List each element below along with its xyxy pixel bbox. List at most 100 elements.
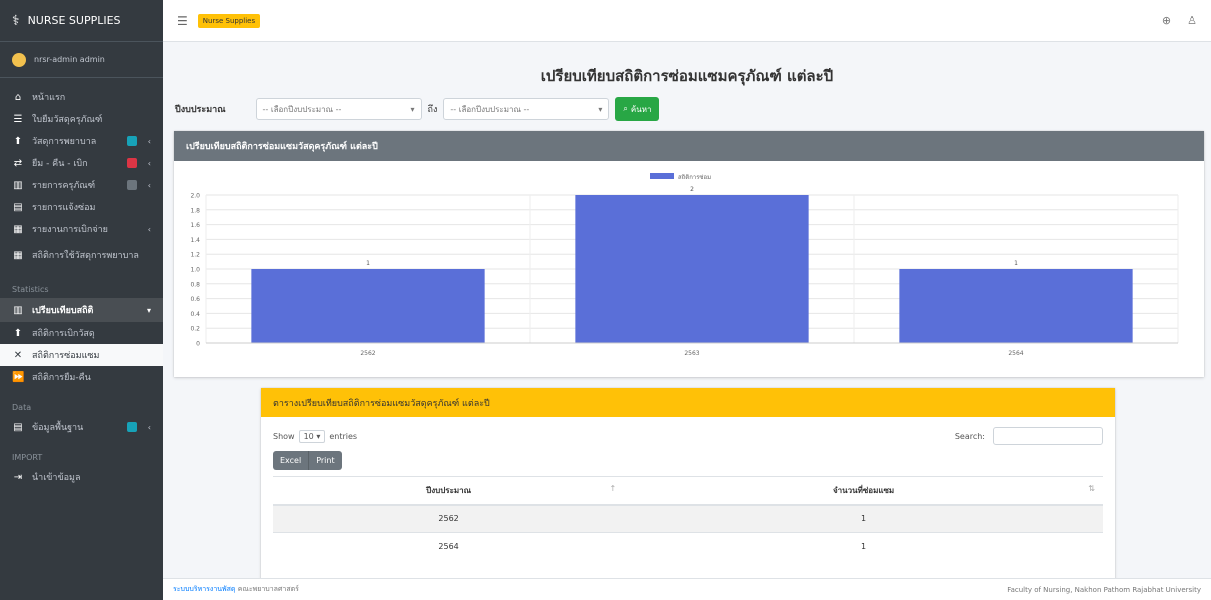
sidebar-item-home[interactable]: ⌂ หน้าแรก [0, 86, 163, 108]
y-tick-label: 0.2 [190, 326, 200, 333]
user-icon[interactable]: ♙ [1187, 14, 1197, 27]
sidebar-item-withdraw-stats[interactable]: ⬆ สถิติการเบิกวัสดุ [0, 322, 163, 344]
main-content: เปรียบเทียบสถิติการซ่อมแซมครุภัณฑ์ แต่ละ… [163, 42, 1211, 588]
bar [575, 195, 809, 343]
forward-icon: ⏩ [12, 371, 25, 383]
import-icon: ⇥ [13, 471, 23, 483]
user-panel[interactable]: nrsr-admin admin [0, 42, 163, 78]
sidebar-item-compare-stats[interactable]: ▥ เปรียบเทียบสถิติ ▾ [0, 298, 163, 322]
data-label: 1 [1014, 260, 1018, 267]
fiscal-year-label: ปีงบประมาณ [175, 105, 226, 115]
expand-icon[interactable]: ⊕ [1162, 14, 1171, 27]
x-tick-label: 2563 [684, 350, 699, 357]
clipboard-icon: ▤ [13, 201, 23, 213]
chevron-down-icon: ▾ [598, 104, 603, 114]
avatar [12, 52, 26, 67]
legend-swatch [650, 173, 674, 179]
sidebar-item-master-data[interactable]: ▤ ข้อมูลพื้นฐาน ‹ [0, 416, 163, 438]
exchange-icon: ⇄ [13, 157, 23, 169]
stats-table: ปีงบประมาณ ↑ จำนวนที่ซ่อมแซม ⇅ 2562 1 2564… [273, 476, 1103, 561]
bar [251, 269, 485, 343]
chevron-left-icon: ‹ [147, 422, 151, 432]
data-label: 2 [690, 186, 694, 193]
print-button[interactable]: Print [309, 451, 342, 470]
sidebar-item-report[interactable]: ▦ รายงานการเบิกจ่าย ‹ [0, 218, 163, 240]
column-header-year[interactable]: ปีงบประมาณ ↑ [273, 476, 625, 506]
chevron-left-icon: ‹ [147, 180, 151, 190]
x-tick-label: 2564 [1008, 350, 1023, 357]
sidebar-nav: ⌂ หน้าแรก ☰ ใบยืมวัสดุครุภัณฑ์ ⬆ วัสดุกา… [0, 78, 163, 488]
count-badge [126, 180, 137, 190]
y-tick-label: 1.4 [190, 237, 200, 244]
table-cell: 2564 [273, 532, 625, 561]
menu-toggle-icon[interactable]: ☰ [177, 14, 188, 28]
sort-asc-icon: ↑ [609, 483, 617, 493]
chevron-left-icon: ‹ [147, 158, 151, 168]
legend-label: สถิติการซ่อม [678, 174, 711, 181]
upload-icon: ⬆ [13, 135, 23, 147]
sidebar-item-borrow-return[interactable]: ⇄ ยืม - คืน - เบิก ‹ [0, 152, 163, 174]
nav-header-statistics: Statistics [12, 285, 49, 294]
y-tick-label: 1.0 [190, 267, 200, 274]
export-buttons: Excel Print [273, 451, 1103, 470]
to-label: ถึง [427, 105, 438, 115]
y-tick-label: 1.6 [190, 222, 200, 229]
to-year-select[interactable]: -- เลือกปีงบประมาณ -- ▾ [443, 98, 610, 120]
chevron-left-icon: ‹ [147, 224, 151, 234]
y-tick-label: 1.8 [190, 207, 200, 214]
sidebar-item-borrow-form[interactable]: ☰ ใบยืมวัสดุครุภัณฑ์ [0, 108, 163, 130]
search-button[interactable]: ⌕ ค้นหา [615, 97, 660, 121]
table-search-input[interactable] [993, 427, 1103, 445]
table-card: ตารางเปรียบเทียบสถิติการซ่อมแซมวัสดุครุภ… [261, 388, 1115, 588]
chart-icon: ▥ [13, 179, 23, 191]
nav-header-data: Data [12, 403, 32, 412]
y-tick-label: 0.8 [190, 281, 200, 288]
column-header-count[interactable]: จำนวนที่ซ่อมแซม ⇅ [624, 476, 1103, 506]
sidebar-item-import[interactable]: ⇥ นำเข้าข้อมูล [0, 466, 163, 488]
chart-area: 0 0.2 0.4 0.6 0.8 1.0 1.2 1.4 1.6 1.8 2.0 สถิติการซ… [174, 161, 1204, 377]
sidebar-item-equipment[interactable]: ▥ รายการครุภัณฑ์ ‹ [0, 174, 163, 196]
table-cell: 2562 [273, 504, 625, 533]
app-chip[interactable]: Nurse Supplies [197, 13, 261, 28]
table-card-header: ตารางเปรียบเทียบสถิติการซ่อมแซมวัสดุครุภ… [261, 388, 1115, 417]
sidebar-item-borrow-stats[interactable]: ⏩ สถิติการยืม-คืน [0, 366, 163, 388]
from-year-select[interactable]: -- เลือกปีงบประมาณ -- ▾ [255, 98, 422, 120]
sidebar-item-repair[interactable]: ▤ รายการแจ้งซ่อม [0, 196, 163, 218]
chevron-down-icon: ▾ [410, 104, 415, 114]
footer-link[interactable]: ระบบบริหารงานพัสดุ [173, 585, 235, 593]
table-search: Search: [955, 427, 1103, 445]
upload-icon: ⬆ [13, 327, 23, 339]
bar-chart: 0 0.2 0.4 0.6 0.8 1.0 1.2 1.4 1.6 1.8 2.0 สถิติการซ… [190, 173, 1179, 357]
entries-select[interactable]: 10 ▾ [298, 429, 326, 443]
table-row: 2562 1 [273, 504, 1103, 533]
y-tick-label: 0 [196, 341, 200, 348]
table-row: 2564 1 [273, 532, 1103, 561]
excel-button[interactable]: Excel [273, 451, 310, 470]
home-icon: ⌂ [14, 91, 22, 103]
top-right-icons: ⊕ ♙ [1162, 14, 1197, 27]
entries-length: Show 10 ▾ entries [273, 429, 358, 443]
file-icon: ▦ [13, 223, 23, 235]
table-cell: 1 [624, 532, 1103, 561]
x-tick-label: 2562 [360, 350, 375, 357]
count-badge [126, 422, 137, 432]
top-navbar: ☰ Nurse Supplies ⊕ ♙ [163, 0, 1211, 42]
footer: ระบบบริหารงานพัสดุ คณะพยาบาลศาสตร์ Facul… [163, 578, 1211, 600]
chevron-left-icon: ‹ [147, 136, 151, 146]
page-title: เปรียบเทียบสถิติการซ่อมแซมครุภัณฑ์ แต่ละ… [540, 67, 834, 85]
brand-name: NURSE SUPPLIES [27, 14, 121, 27]
nav-header-import: IMPORT [12, 453, 43, 462]
brand[interactable]: ⚕ NURSE SUPPLIES [0, 0, 163, 42]
sidebar-item-supplies[interactable]: ⬆ วัสดุการพยาบาล ‹ [0, 130, 163, 152]
user-name: nrsr-admin admin [34, 55, 105, 64]
chart-card: เปรียบเทียบสถิติการซ่อมแซมวัสดุครุภัณฑ์ … [174, 131, 1204, 377]
y-tick-label: 0.4 [190, 311, 200, 318]
sidebar: ⚕ NURSE SUPPLIES nrsr-admin admin ⌂ หน้า… [0, 0, 163, 600]
sidebar-item-usage-stats[interactable]: ▦ สถิติการใช้วัสดุการพยาบาล [0, 240, 163, 270]
y-tick-label: 0.6 [190, 296, 200, 303]
sidebar-item-repair-stats[interactable]: ✕ สถิติการซ่อมแซม [0, 344, 163, 366]
brand-logo-icon: ⚕ [12, 12, 20, 29]
sort-icon: ⇅ [1088, 483, 1095, 493]
data-label: 1 [366, 260, 370, 267]
search-icon: ⌕ [623, 104, 628, 113]
